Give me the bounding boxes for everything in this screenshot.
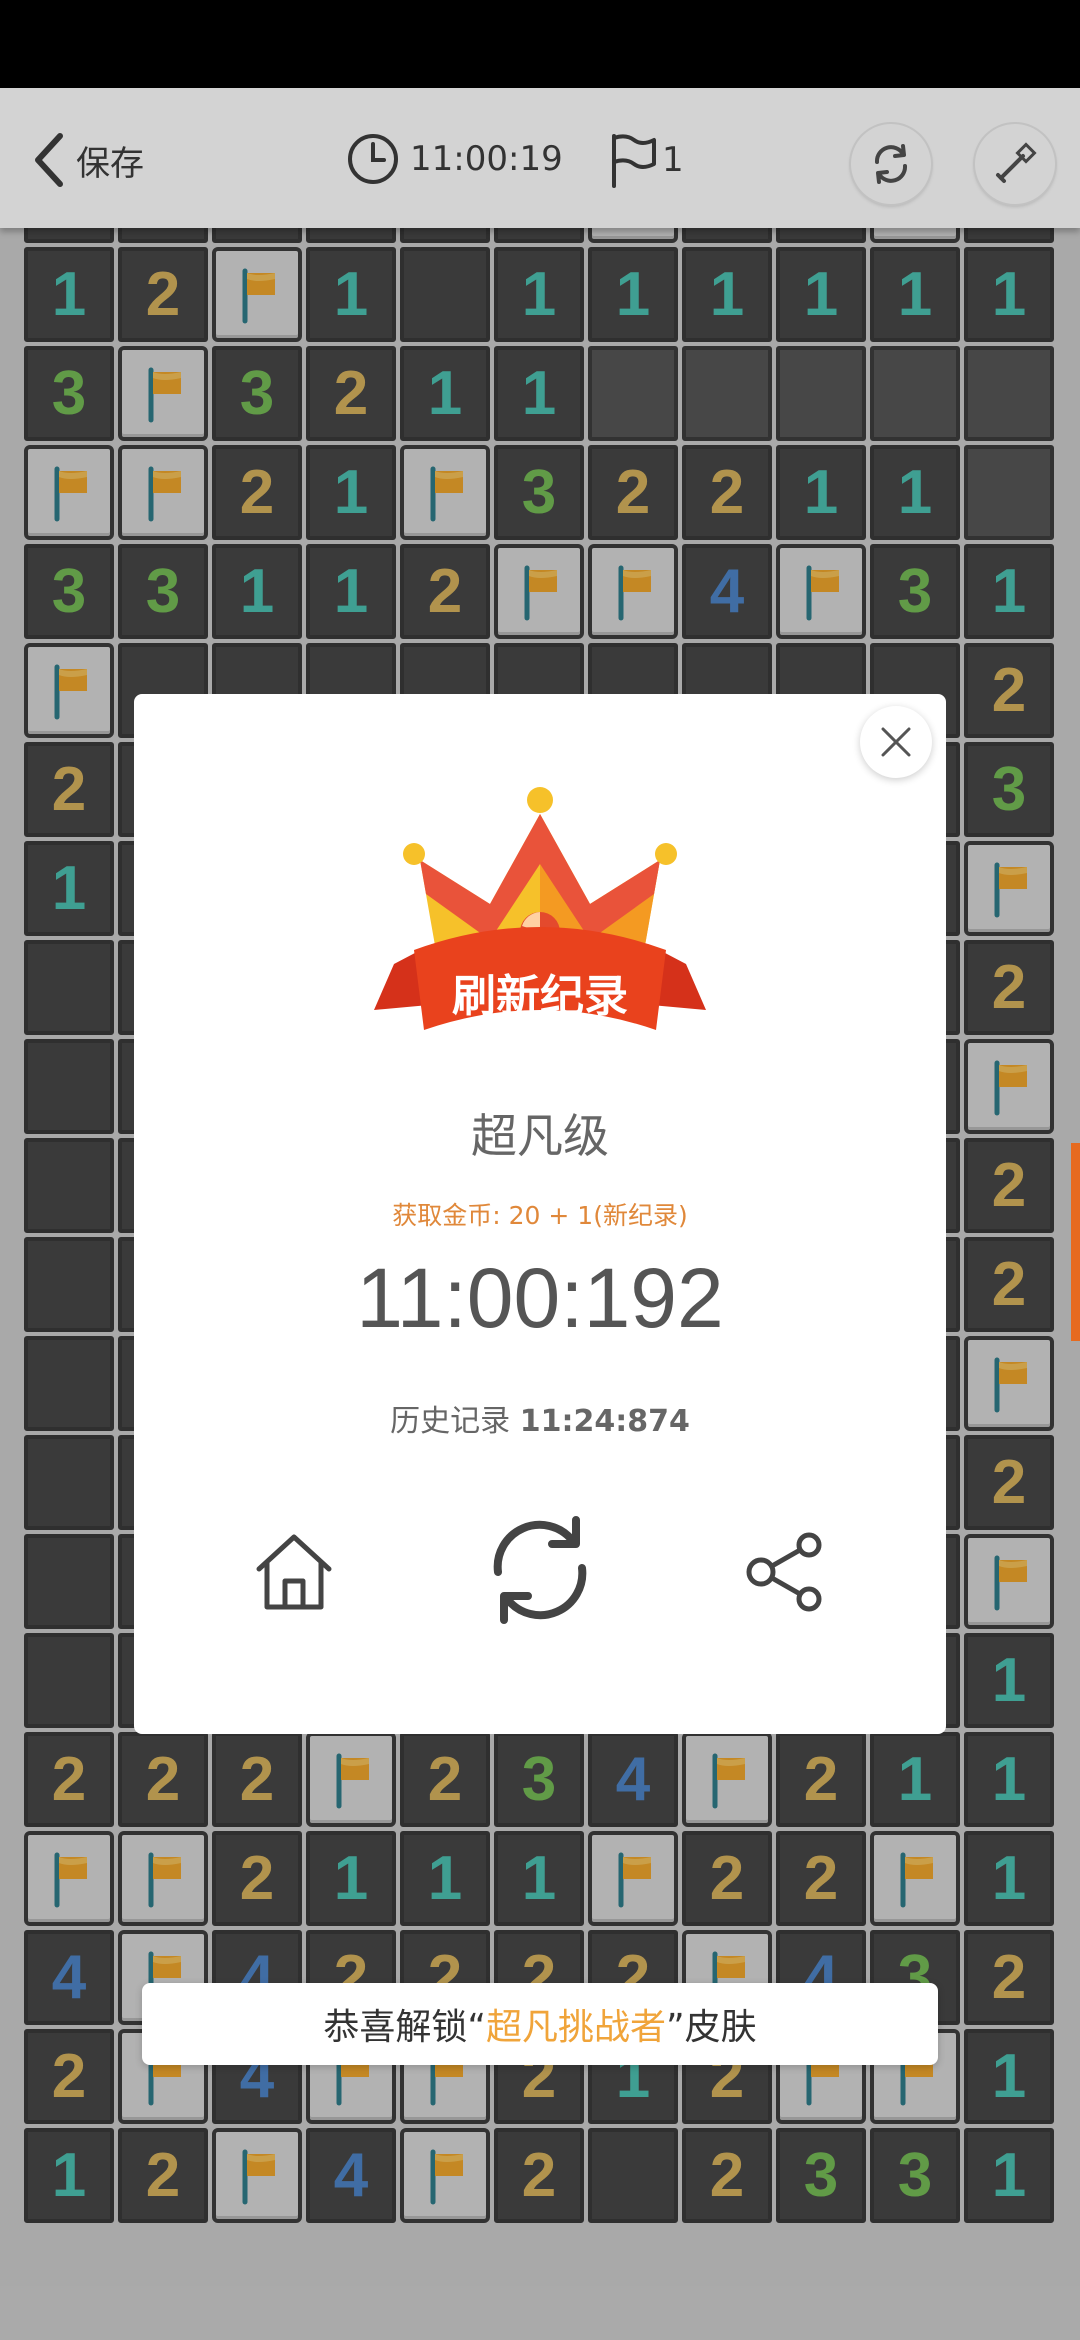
flag-counter: 1 [608,132,684,188]
flag-count: 1 [662,140,684,180]
record-modal: 刷新纪录 超凡级 获取金币: 20 + 1(新纪录) 11:00:192 历史记… [134,694,946,1734]
tool-button[interactable] [975,124,1055,204]
toast-prefix: 恭喜解锁“ [323,2007,486,2048]
top-bar: 保存 11:00:19 1 [0,88,1080,228]
shovel-icon [996,142,1037,183]
back-label: 保存 [76,143,144,184]
share-icon [746,1532,822,1612]
history-value: 11:24:874 [519,1404,690,1439]
scroll-indicator[interactable] [1071,1143,1080,1341]
close-button[interactable] [860,706,932,778]
final-time: 11:00:192 [356,1251,724,1345]
timer: 11:00:19 [346,132,563,186]
level-title: 超凡级 [471,1109,609,1163]
refresh-icon [875,144,907,184]
refresh-icon [493,1516,587,1624]
status-bar [0,0,1080,88]
home-button[interactable] [246,1524,342,1620]
restart-button[interactable] [851,124,931,204]
history-label: 历史记录 [390,1404,511,1439]
timer-label: 11:00:19 [410,139,563,179]
home-icon [256,1534,332,1610]
toast-suffix: ”皮肤 [666,2007,757,2048]
history-record: 历史记录 11:24:874 [134,1396,946,1440]
share-button[interactable] [738,1524,834,1620]
clock-icon [348,134,398,184]
banner-title: 刷新纪录 [452,971,628,1022]
close-icon [881,727,911,757]
coins-reward: 获取金币: 20 + 1(新纪录) [392,1201,688,1230]
unlock-toast: 恭喜解锁“ 超凡挑战者 ”皮肤 [142,1983,938,2065]
toast-highlight: 超凡挑战者 [485,2007,666,2048]
replay-button[interactable] [478,1508,602,1632]
chevron-left-icon [35,133,63,187]
flag-outline-icon [612,134,656,188]
back-button[interactable]: 保存 [28,128,144,192]
